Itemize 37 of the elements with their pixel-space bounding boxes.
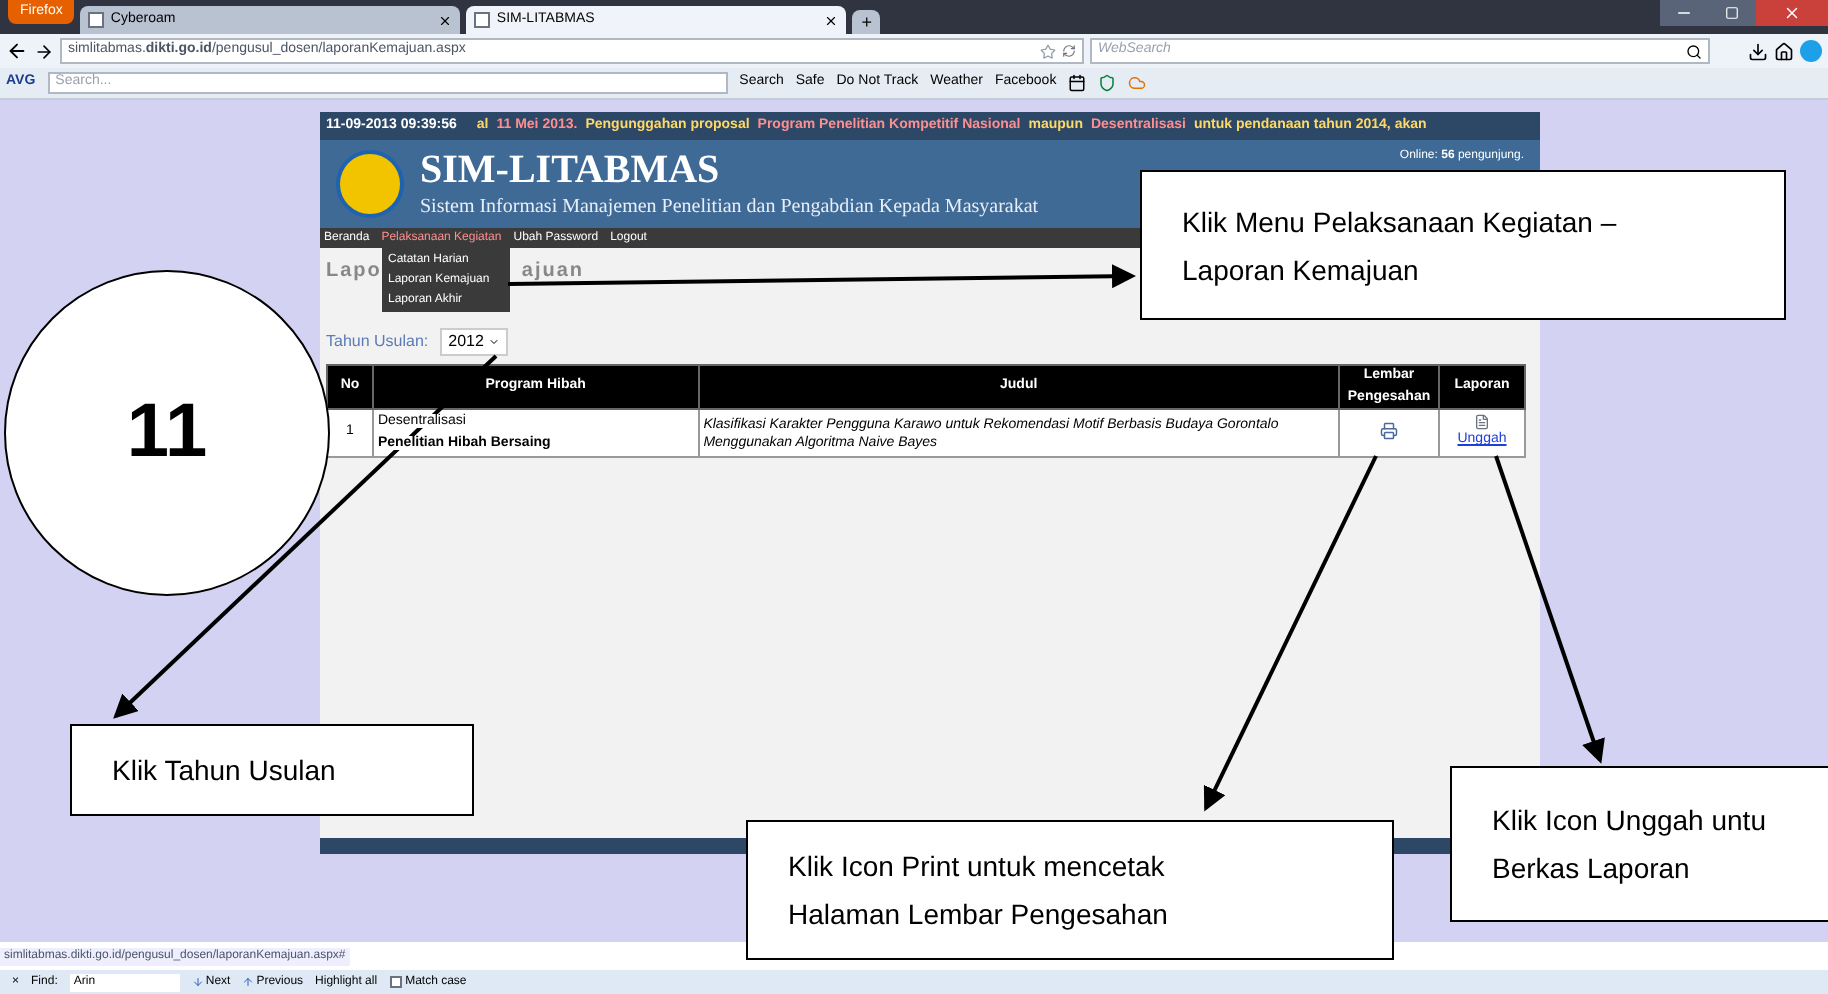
forward-icon[interactable] <box>34 41 54 61</box>
callout-text: Klik Tahun Usulan <box>112 754 338 786</box>
page-icon <box>88 12 105 28</box>
caret-icon <box>487 336 500 348</box>
year-dropdown[interactable]: 2012 <box>440 328 508 356</box>
callout-text: Klik Icon Unggah untu <box>1492 804 1768 836</box>
down-arrow-icon <box>191 976 204 988</box>
download-icon[interactable] <box>1748 41 1768 61</box>
close-icon[interactable] <box>438 13 453 27</box>
callout-text: Laporan Kemajuan <box>1182 253 1421 285</box>
search-icon[interactable] <box>1686 43 1702 59</box>
page-title: ajuan <box>521 257 585 285</box>
page-title: Lapo <box>326 257 382 285</box>
calendar-icon[interactable] <box>1068 74 1087 92</box>
star-icon[interactable] <box>1040 43 1056 59</box>
filter-label: Tahun Usulan: <box>326 330 429 354</box>
back-icon[interactable] <box>6 40 28 62</box>
logo-icon <box>336 150 404 218</box>
shield-icon[interactable] <box>1098 74 1117 92</box>
up-arrow-icon <box>242 976 255 988</box>
pdf-icon <box>1474 414 1490 431</box>
callout-text: Klik Menu Pelaksanaan Kegiatan – <box>1182 205 1619 237</box>
print-icon[interactable] <box>1380 422 1399 441</box>
callout-text: Klik Icon Print untuk mencetak <box>788 850 1167 882</box>
step-number: 11 <box>126 388 208 478</box>
callout-text: Halaman Lembar Pengesahan <box>788 898 1170 930</box>
home-icon[interactable] <box>1774 41 1794 61</box>
reload-icon[interactable] <box>1062 44 1076 58</box>
match-case-checkbox[interactable] <box>389 976 402 988</box>
site-title: SIM-LITABMAS <box>420 147 722 191</box>
close-icon[interactable] <box>824 13 839 27</box>
page-icon <box>474 12 491 28</box>
cloud-icon[interactable] <box>1128 74 1147 92</box>
new-tab-button[interactable]: + <box>852 10 881 34</box>
site-subtitle: Sistem Informasi Manajemen Penelitian dan Pengabdian Kepada Masyarakat <box>420 193 1041 221</box>
maximize-icon[interactable] <box>1708 0 1756 26</box>
callout-text: Berkas Laporan <box>1492 852 1692 884</box>
